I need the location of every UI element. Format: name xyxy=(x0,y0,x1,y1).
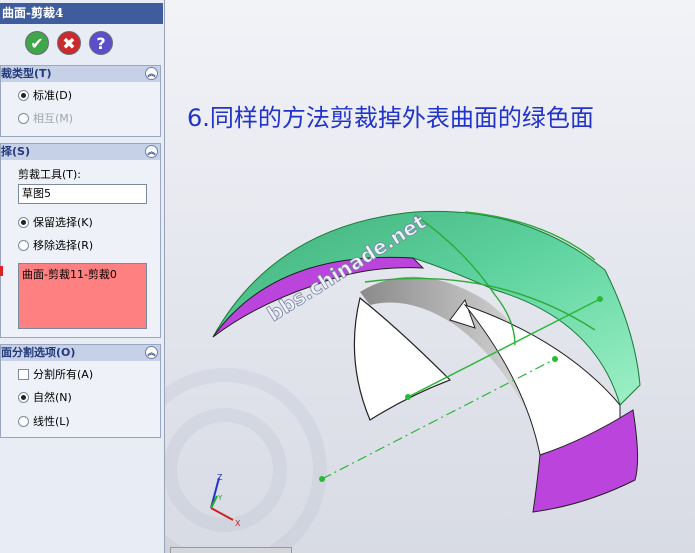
white-flap xyxy=(353,296,452,421)
collapse-icon[interactable]: ︽ xyxy=(145,145,158,158)
checkbox-icon xyxy=(18,369,29,380)
radio-icon xyxy=(18,240,29,251)
help-icon: ? xyxy=(96,33,106,53)
instruction-caption: 6.同样的方法剪裁掉外表曲面的绿色面 xyxy=(187,104,594,132)
check-icon: ✔ xyxy=(30,33,44,53)
trim-tool-field[interactable]: 草图5 xyxy=(18,184,147,204)
radio-icon xyxy=(18,90,29,101)
split-all-checkbox[interactable]: 分割所有(A) xyxy=(18,368,93,382)
collapse-icon[interactable]: ︽ xyxy=(145,67,158,80)
ok-button[interactable]: ✔ xyxy=(25,31,49,55)
radio-icon xyxy=(18,416,29,427)
axis-z-label: Z xyxy=(217,473,223,482)
pieces-list[interactable]: 曲面-剪裁11-剪裁0 xyxy=(18,263,147,329)
axis-y-label: Y xyxy=(217,494,223,502)
linear-option[interactable]: 线性(L) xyxy=(18,415,70,429)
axis-x-label: X xyxy=(235,519,241,528)
selections-header[interactable]: 择(S) ︽ xyxy=(1,144,160,160)
radio-icon xyxy=(18,217,29,228)
split-options-header[interactable]: 面分割选项(O) ︽ xyxy=(1,345,160,361)
selection-marker xyxy=(0,266,3,276)
radio-icon xyxy=(18,113,29,124)
graphics-viewport[interactable]: bbs.chinade.net 6.同样的方法剪裁掉外表曲面的绿色面 X Z Y xyxy=(165,0,695,553)
collapse-icon[interactable]: ︽ xyxy=(145,346,158,359)
close-icon: ✖ xyxy=(62,33,76,53)
property-manager-panel: 曲面-剪裁4 ✔ ✖ ? 裁类型(T) ︽ 标准(D) 相互(M) 择(S) ︽… xyxy=(0,0,165,553)
split-options-section: 面分割选项(O) ︽ 分割所有(A) 自然(N) 线性(L) xyxy=(0,344,161,438)
feature-title: 曲面-剪裁4 xyxy=(0,3,163,24)
remove-selection-option[interactable]: 移除选择(R) xyxy=(18,239,93,253)
natural-option[interactable]: 自然(N) xyxy=(18,391,72,405)
help-button[interactable]: ? xyxy=(89,31,113,55)
cancel-button[interactable]: ✖ xyxy=(57,31,81,55)
trim-tool-label: 剪裁工具(T): xyxy=(18,168,82,181)
radio-icon xyxy=(18,392,29,403)
selections-section: 择(S) ︽ 剪裁工具(T): 草图5 保留选择(K) 移除选择(R) 曲面-剪… xyxy=(0,143,161,338)
bottom-tab-strip[interactable] xyxy=(170,547,292,553)
list-item[interactable]: 曲面-剪裁11-剪裁0 xyxy=(22,268,117,281)
trim-type-section: 裁类型(T) ︽ 标准(D) 相互(M) xyxy=(0,65,161,137)
mutual-option: 相互(M) xyxy=(18,112,73,126)
keep-selection-option[interactable]: 保留选择(K) xyxy=(18,216,93,230)
model-scene: bbs.chinade.net 6.同样的方法剪裁掉外表曲面的绿色面 X Z Y xyxy=(165,104,641,553)
trim-type-header[interactable]: 裁类型(T) ︽ xyxy=(1,66,160,82)
standard-option[interactable]: 标准(D) xyxy=(18,89,72,103)
